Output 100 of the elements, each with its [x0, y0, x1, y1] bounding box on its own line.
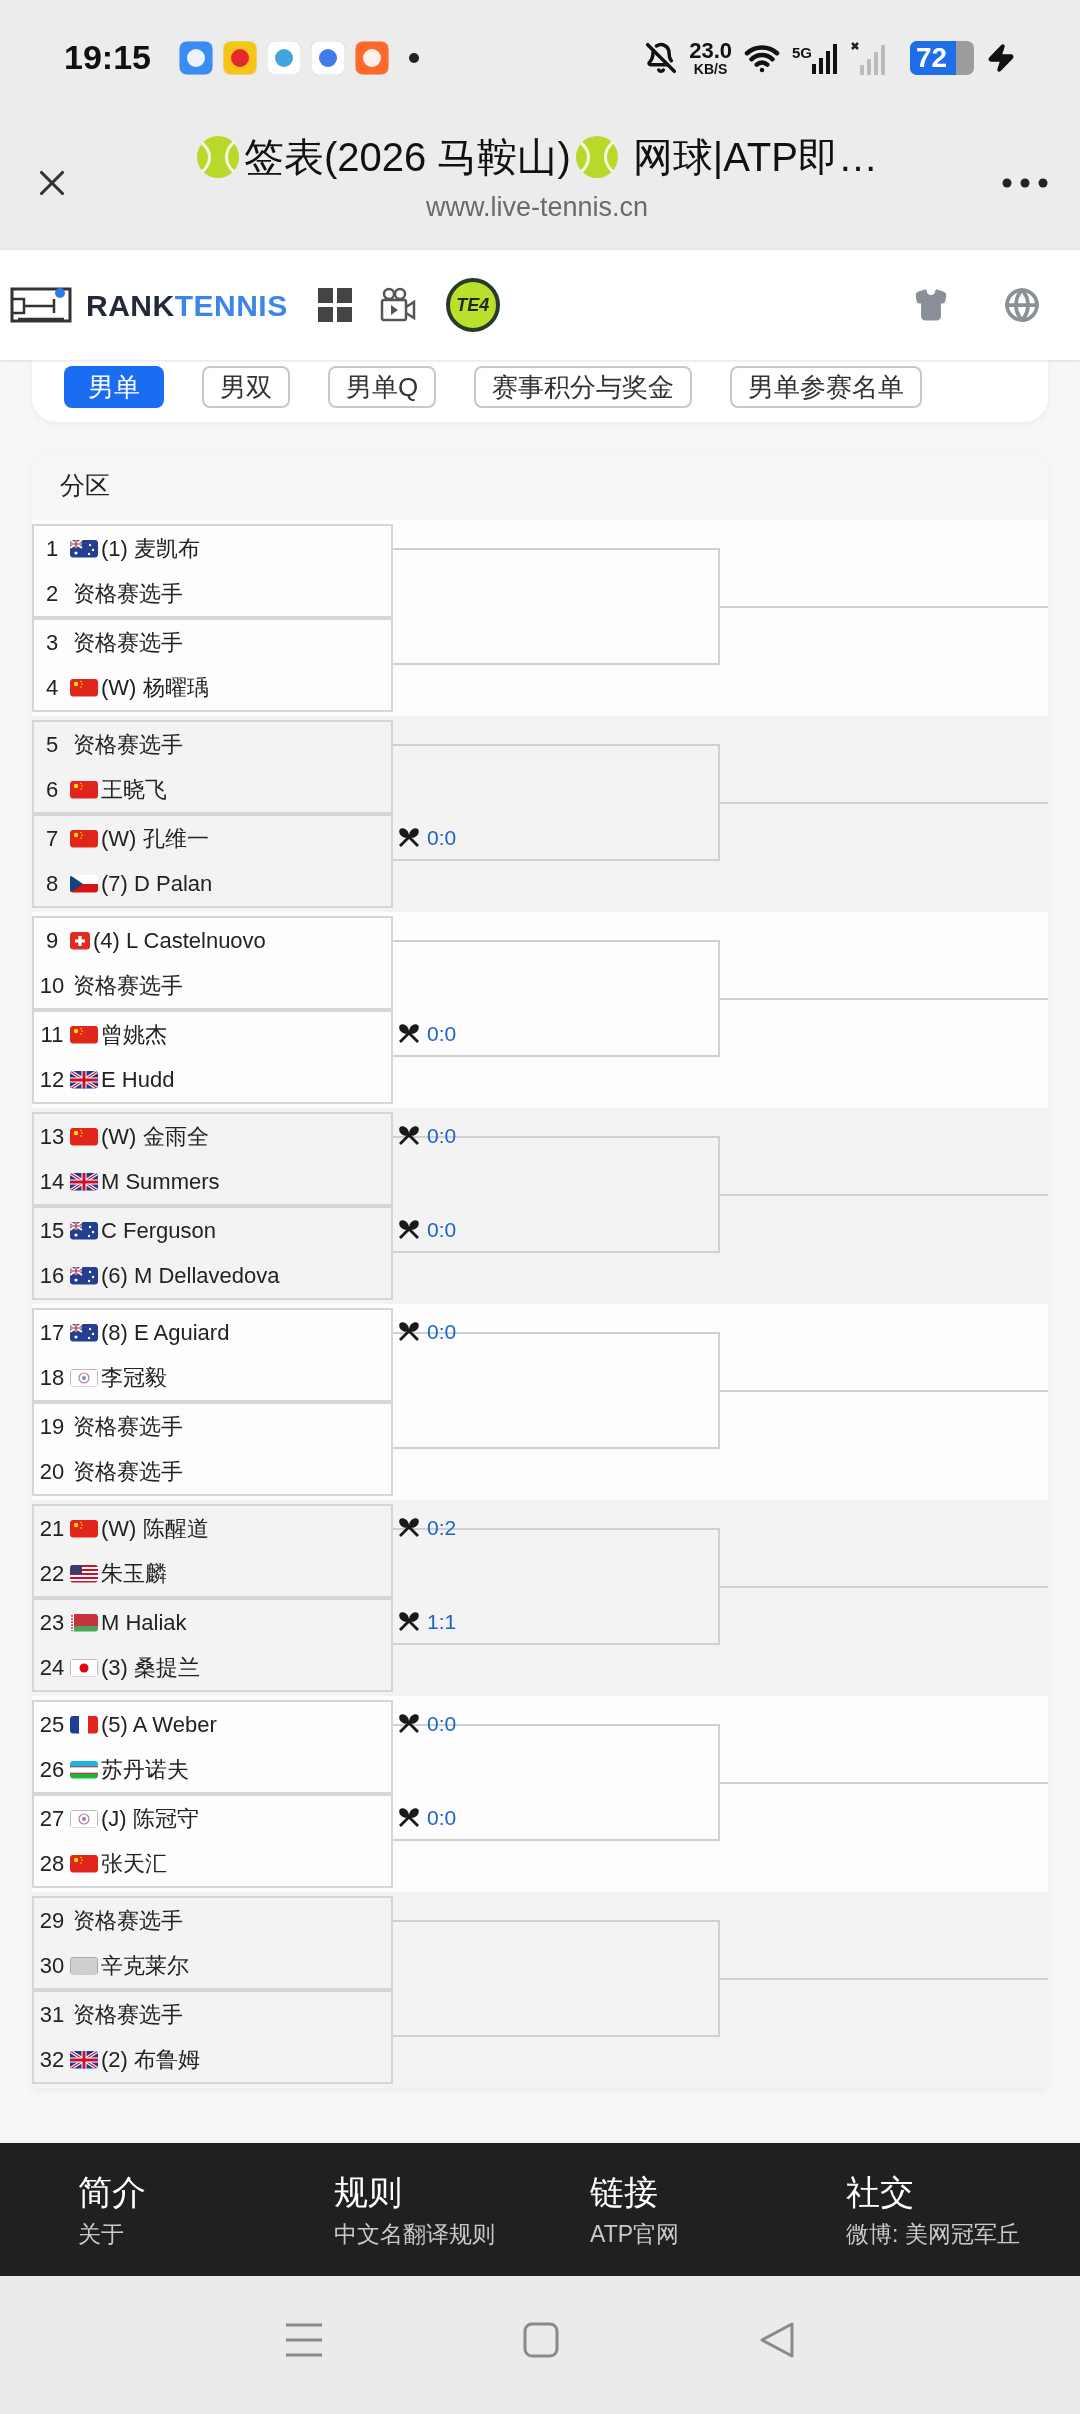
player-name[interactable]: (3) 桑提兰: [101, 1651, 200, 1684]
player-name[interactable]: M Summers: [101, 1165, 220, 1198]
player-name[interactable]: 朱玉麟: [101, 1557, 167, 1590]
player-name[interactable]: 苏丹诺夫: [101, 1753, 189, 1786]
seed-number: 25: [38, 1711, 66, 1739]
flag-icon: [70, 931, 90, 950]
player-name[interactable]: 辛克莱尔: [101, 1949, 189, 1982]
player-name[interactable]: 资格赛选手: [73, 1998, 183, 2031]
seed-number: 16: [38, 1262, 66, 1290]
player-name[interactable]: 资格赛选手: [73, 969, 183, 1002]
net-speed-unit: KB/S: [693, 61, 728, 76]
crossed-rackets-icon: [397, 1711, 421, 1736]
net-speed: 23.0: [689, 39, 732, 62]
player-name[interactable]: (W) 杨曜瑀: [101, 671, 209, 704]
player-name[interactable]: (J) 陈冠守: [101, 1802, 199, 1835]
home-icon[interactable]: [523, 2322, 559, 2358]
player-name[interactable]: (W) 陈醒道: [101, 1512, 209, 1545]
match-score[interactable]: 0:0: [427, 1119, 457, 1152]
footer-heading: 规则: [334, 2175, 403, 2209]
globe-icon[interactable]: [1004, 287, 1040, 323]
crossed-rackets-icon: [397, 1123, 421, 1148]
player-name[interactable]: 张天汇: [101, 1847, 167, 1880]
seed-number: 26: [38, 1756, 66, 1784]
flag-icon: [70, 1658, 98, 1677]
shirt-icon[interactable]: [914, 288, 948, 322]
dot-icon: [408, 52, 419, 63]
player-name[interactable]: (W) 金雨全: [101, 1120, 209, 1153]
signal-icon: [812, 41, 838, 74]
seed-number: 10: [38, 972, 66, 1000]
seed-number: 6: [44, 776, 60, 804]
player-name[interactable]: (6) M Dellavedova: [101, 1259, 280, 1292]
player-name[interactable]: (1) 麦凯布: [101, 532, 200, 565]
charging-icon: [986, 42, 1016, 73]
player-name[interactable]: (5) A Weber: [101, 1708, 217, 1741]
app-icon: [222, 40, 257, 75]
flag-icon: [70, 1564, 98, 1583]
flag-icon: [70, 1760, 98, 1779]
match-score[interactable]: 0:0: [427, 1315, 457, 1348]
match-score[interactable]: 0:0: [427, 1707, 457, 1740]
player-name[interactable]: (8) E Aguiard: [101, 1316, 230, 1349]
match-score[interactable]: 1:1: [427, 1605, 457, 1638]
player-name[interactable]: (4) L Castelnuovo: [93, 924, 266, 957]
seed-number: 11: [39, 1021, 65, 1049]
footer-link[interactable]: 关于: [78, 2223, 334, 2246]
match-score[interactable]: 0:0: [427, 1017, 457, 1050]
app-icon: [310, 40, 345, 75]
match-score[interactable]: 0:0: [427, 821, 457, 854]
match-score[interactable]: 0:2: [427, 1511, 457, 1544]
draw-tab[interactable]: 男双: [202, 366, 290, 408]
player-name[interactable]: 资格赛选手: [73, 1904, 183, 1937]
flag-icon: [70, 780, 98, 799]
match-score[interactable]: 0:0: [427, 1213, 457, 1246]
app-icon: [178, 40, 213, 75]
player-name[interactable]: E Hudd: [101, 1063, 175, 1096]
brand-name[interactable]: RANKTENNIS: [86, 282, 288, 328]
seed-number: 5: [44, 731, 60, 759]
seed-number: 18: [38, 1364, 66, 1392]
footer-heading: 链接: [590, 2175, 659, 2209]
player-name[interactable]: 资格赛选手: [73, 577, 183, 610]
seed-number: 14: [38, 1168, 66, 1196]
seed-number: 28: [38, 1850, 66, 1878]
menu-button[interactable]: [1000, 177, 1050, 188]
draw-tab[interactable]: 赛事积分与奖金: [474, 366, 693, 408]
flag-icon: [70, 678, 98, 697]
draw-tab[interactable]: 男单参赛名单: [730, 366, 923, 408]
player-name[interactable]: (2) 布鲁姆: [101, 2043, 200, 2076]
player-name[interactable]: (W) 孔维一: [101, 822, 209, 855]
player-name[interactable]: 资格赛选手: [73, 728, 183, 761]
player-name[interactable]: 资格赛选手: [73, 626, 183, 659]
seed-number: 29: [38, 1907, 66, 1935]
more-icon: [1002, 177, 1048, 188]
draw-tab[interactable]: 男单Q: [328, 366, 437, 408]
match-score[interactable]: 0:0: [427, 1801, 457, 1834]
player-name[interactable]: 资格赛选手: [73, 1455, 183, 1488]
footer-link[interactable]: 中文名翻译规则: [334, 2223, 590, 2246]
back-icon[interactable]: [759, 2322, 795, 2358]
player-name[interactable]: (7) D Palan: [101, 867, 213, 900]
player-name[interactable]: 王晓飞: [101, 773, 167, 806]
draw-tab[interactable]: 男单: [64, 366, 164, 408]
seed-number: 7: [44, 825, 60, 853]
menu-icon[interactable]: [285, 2322, 323, 2358]
footer-link[interactable]: ATP官网: [590, 2223, 846, 2246]
page-title-suffix: 网球|ATP即…: [632, 134, 878, 182]
player-name[interactable]: 资格赛选手: [73, 1410, 183, 1443]
tennis-ball-icon: [196, 135, 240, 180]
seed-number: 19: [38, 1413, 66, 1441]
flag-icon: [70, 1070, 98, 1089]
flag-icon: [70, 1368, 98, 1387]
player-name[interactable]: 李冠毅: [101, 1361, 167, 1394]
player-name[interactable]: M Haliak: [101, 1606, 187, 1639]
flag-icon: [70, 829, 98, 848]
crossed-rackets-icon: [397, 1515, 421, 1540]
grid-icon[interactable]: [317, 288, 352, 322]
seed-number: 2: [44, 580, 60, 608]
te4-badge[interactable]: TE4: [445, 278, 500, 332]
video-camera-icon[interactable]: [379, 287, 416, 323]
player-name[interactable]: 曾姚杰: [101, 1018, 167, 1051]
footer-link[interactable]: 微博: 美网冠军丘: [846, 2223, 1020, 2246]
player-name[interactable]: C Ferguson: [101, 1214, 216, 1247]
crossed-rackets-icon: [397, 1021, 421, 1046]
